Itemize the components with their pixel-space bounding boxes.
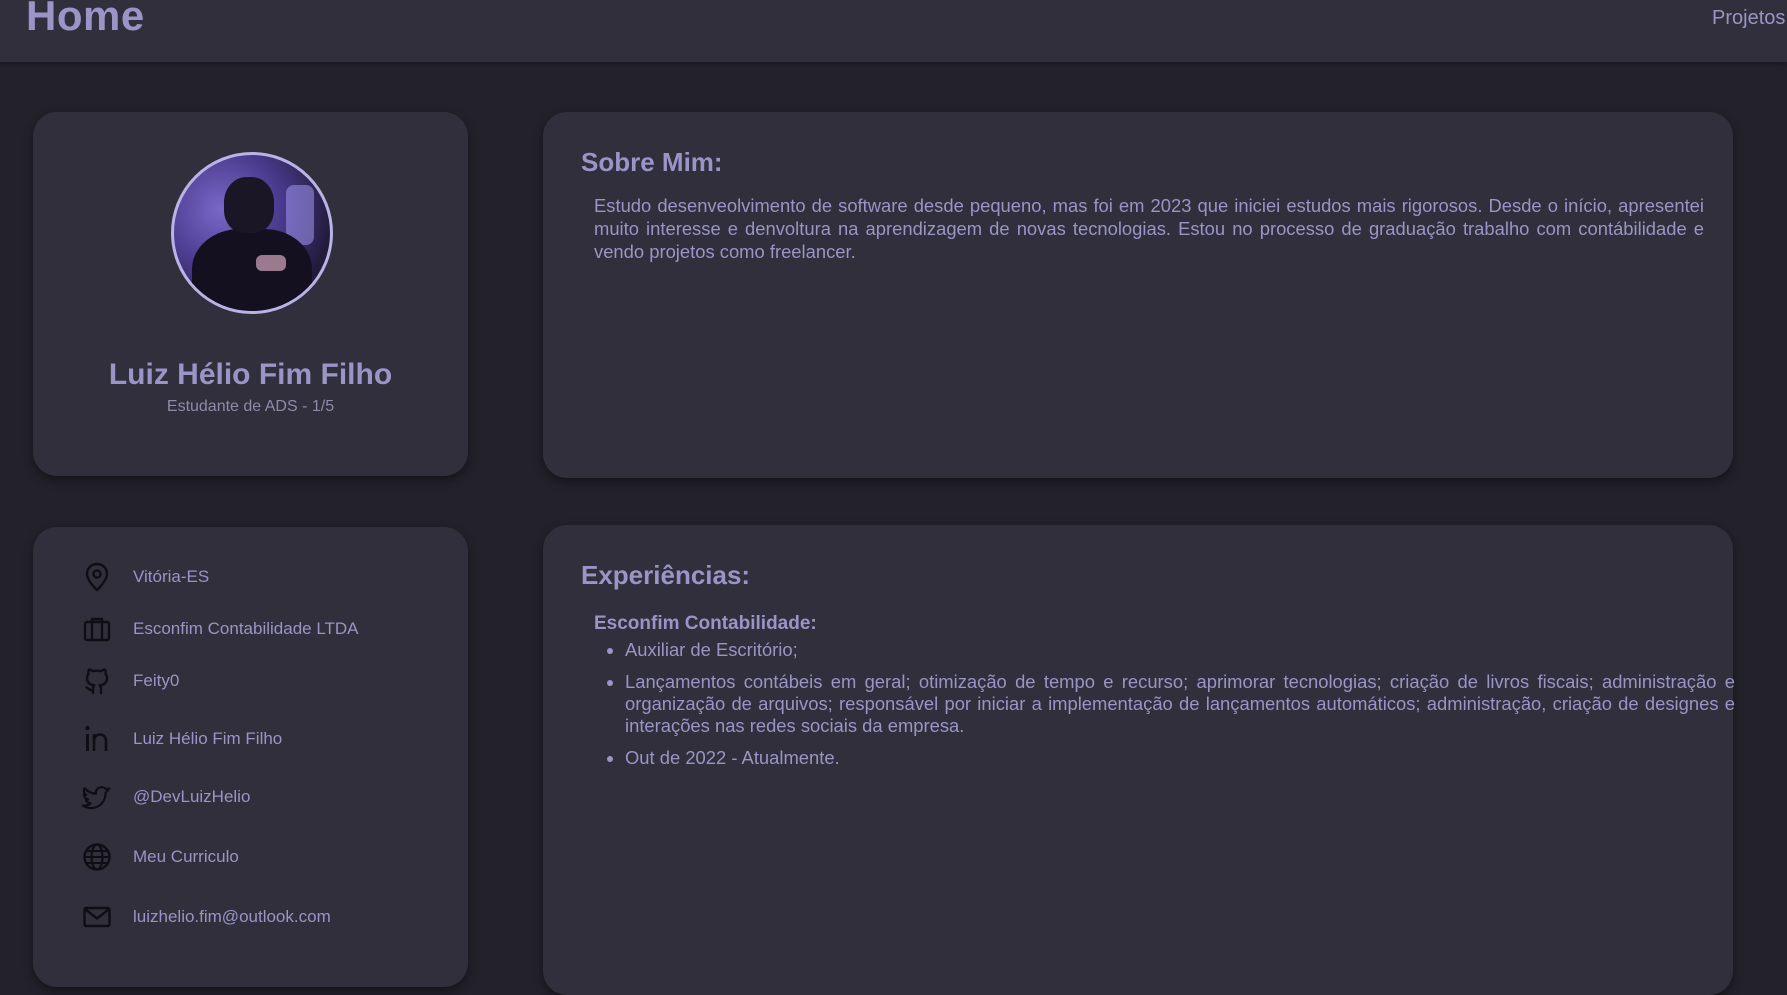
experience-list: Auxiliar de Escritório; Lançamentos cont…	[594, 639, 1735, 779]
company-name: Esconfim Contabilidade:	[594, 613, 817, 634]
briefcase-icon	[83, 617, 111, 642]
avatar	[171, 152, 333, 314]
twitter-icon	[81, 786, 111, 810]
contact-twitter[interactable]: @DevLuizHelio	[81, 781, 250, 813]
contact-label: Vitória-ES	[133, 567, 210, 586]
page-title: Home	[26, 0, 145, 39]
experience-heading: Experiências:	[581, 560, 751, 590]
nav-link-projects[interactable]: Projetos	[1712, 7, 1785, 30]
contact-resume[interactable]: Meu Curriculo	[81, 841, 239, 873]
contact-label: luizhelio.fim@outlook.com	[133, 907, 331, 926]
contact-linkedin[interactable]: Luiz Hélio Fim Filho	[81, 723, 282, 755]
about-card: Sobre Mim: Estudo desenveolvimento de so…	[543, 112, 1733, 478]
list-item: Lançamentos contábeis em geral; otimizaç…	[625, 671, 1735, 737]
contact-card: Vitória-ES Esconfim Contabilidade LTDA F…	[33, 527, 468, 987]
github-icon	[85, 668, 109, 695]
about-heading: Sobre Mim:	[581, 147, 723, 177]
list-item: Out de 2022 - Atualmente.	[625, 747, 1735, 769]
contact-label: Luiz Hélio Fim Filho	[133, 729, 283, 748]
location-pin-icon	[85, 562, 109, 592]
contact-location: Vitória-ES	[81, 561, 209, 593]
profile-name: Luiz Hélio Fim Filho	[108, 358, 393, 391]
contact-label: Meu Curriculo	[133, 847, 239, 866]
contact-label: Feity0	[133, 671, 180, 690]
experience-card: Experiências: Esconfim Contabilidade: Au…	[543, 525, 1735, 995]
profile-role: Estudante de ADS - 1/5	[166, 398, 335, 415]
contact-label: Esconfim Contabilidade LTDA	[133, 619, 359, 638]
profile-card: Luiz Hélio Fim Filho Estudante de ADS - …	[33, 112, 468, 476]
globe-icon	[83, 843, 111, 871]
contact-email[interactable]: luizhelio.fim@outlook.com	[81, 901, 331, 933]
linkedin-icon	[85, 725, 108, 751]
contact-company: Esconfim Contabilidade LTDA	[81, 613, 359, 645]
contact-github[interactable]: Feity0	[81, 665, 179, 697]
about-text: Estudo desenveolvimento de software desd…	[594, 195, 1704, 262]
list-item: Auxiliar de Escritório;	[625, 639, 1735, 661]
mail-icon	[83, 906, 111, 928]
top-bar: Home Projetos	[0, 0, 1787, 62]
contact-label: @DevLuizHelio	[133, 787, 251, 806]
